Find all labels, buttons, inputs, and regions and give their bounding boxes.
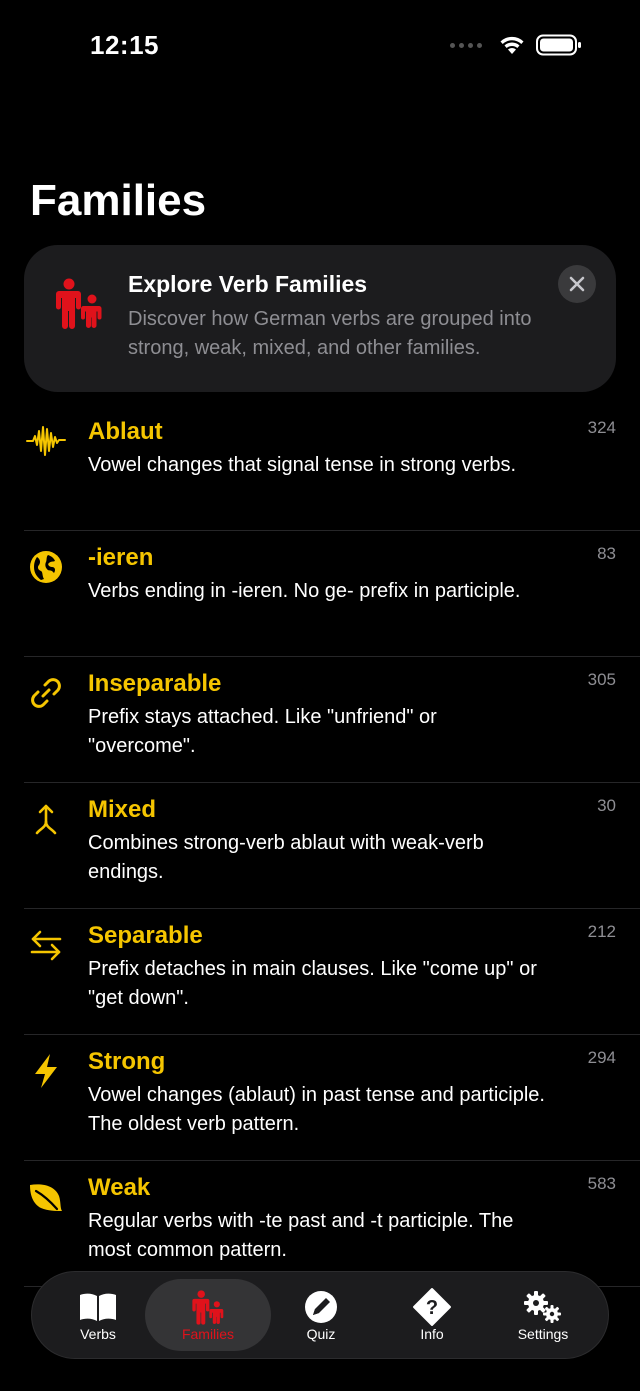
family-description: Verbs ending in -ieren. No ge- prefix in… [88,580,521,602]
banner-title: Explore Verb Families [128,271,368,297]
family-count: 294 [587,1048,616,1067]
bolt-icon [24,1049,68,1093]
tab-info[interactable]: ? Info [369,1279,495,1351]
tab-verbs[interactable]: Verbs [35,1279,161,1351]
family-description: Prefix stays attached. Like "unfriend" o… [88,706,437,757]
family-count: 83 [597,544,616,563]
family-row-ieren[interactable]: -ieren Verbs ending in -ieren. No ge- pr… [0,531,640,657]
family-count: 30 [597,796,616,815]
cellular-signal-icon [450,42,482,48]
family-name: Strong [88,1048,166,1075]
family-row-weak[interactable]: Weak Regular verbs with -te past and -t … [0,1161,640,1287]
family-list: Ablaut Vowel changes that signal tense i… [0,405,640,1287]
swap-arrows-icon [24,923,68,967]
tab-settings[interactable]: Settings [480,1279,606,1351]
close-banner-button[interactable] [558,265,596,303]
book-icon [80,1293,116,1321]
waveform-icon [24,419,68,463]
close-icon [569,276,585,292]
explore-banner: Explore Verb Families Discover how Germa… [24,245,616,392]
family-row-mixed[interactable]: Mixed Combines strong-verb ablaut with w… [0,783,640,909]
wifi-icon [500,36,524,54]
banner-text: Discover how German verbs are grouped in… [128,308,532,359]
tab-bar: Verbs Families Quiz ? Info Settings [31,1271,609,1359]
family-count: 305 [587,670,616,689]
tab-label: Verbs [80,1326,116,1342]
family-count: 324 [587,418,616,437]
tab-label: Info [420,1326,444,1342]
family-row-inseparable[interactable]: Inseparable Prefix stays attached. Like … [0,657,640,783]
gears-icon [524,1291,561,1323]
family-name: Inseparable [88,670,222,697]
family-count: 212 [587,922,616,941]
page-title: Families [30,176,207,225]
status-icons [450,34,582,56]
tab-quiz[interactable]: Quiz [258,1279,384,1351]
tab-label: Quiz [306,1326,336,1342]
svg-text:?: ? [426,1297,438,1319]
status-time: 12:15 [90,30,159,60]
family-name: -ieren [88,544,154,571]
family-description: Prefix detaches in main clauses. Like "c… [88,958,537,1009]
leaf-icon [24,1175,68,1219]
merge-arrow-icon [24,797,68,841]
family-icon [192,1290,224,1325]
family-row-separable[interactable]: Separable Prefix detaches in main clause… [0,909,640,1035]
battery-icon [536,34,581,56]
status-bar: 12:15 [0,0,640,96]
family-row-strong[interactable]: Strong Vowel changes (ablaut) in past te… [0,1035,640,1161]
family-description: Vowel changes that signal tense in stron… [88,454,517,476]
family-name: Separable [88,922,203,949]
family-description: Combines strong-verb ablaut with weak-ve… [88,832,484,883]
pencil-icon [305,1291,337,1323]
tab-label: Settings [517,1326,569,1342]
question-icon: ? [413,1288,451,1326]
link-icon [24,671,68,715]
family-count: 583 [587,1174,616,1193]
family-description: Vowel changes (ablaut) in past tense and… [88,1084,545,1135]
family-icon [56,278,102,329]
family-description: Regular verbs with -te past and -t parti… [88,1210,514,1261]
family-name: Weak [88,1174,151,1201]
family-row-ablaut[interactable]: Ablaut Vowel changes that signal tense i… [0,405,640,531]
family-name: Ablaut [88,418,163,445]
family-name: Mixed [88,796,157,823]
tab-families[interactable]: Families [145,1279,271,1351]
tab-label: Families [181,1326,235,1342]
globe-icon [24,545,68,589]
